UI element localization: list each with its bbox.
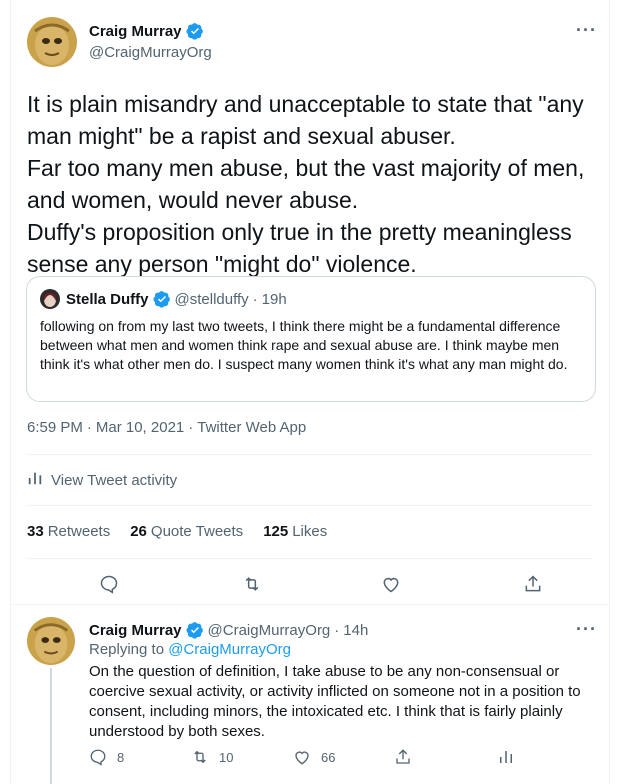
thread-line <box>50 668 52 784</box>
avatar-image <box>27 17 77 67</box>
tweet-actions <box>27 566 593 602</box>
reply-author-avatar[interactable] <box>27 617 75 665</box>
replying-to-link[interactable]: @CraigMurrayOrg <box>168 641 291 658</box>
activity-chart-icon <box>27 470 43 490</box>
reply-reply-button[interactable]: 8 <box>89 748 124 766</box>
reply-header: Craig Murray @CraigMurrayOrg · 14h <box>89 621 368 639</box>
reply-author-handle[interactable]: @CraigMurrayOrg <box>208 622 331 639</box>
share-icon[interactable] <box>515 566 551 602</box>
verified-badge-icon <box>152 290 171 308</box>
replying-to: Replying to @CraigMurrayOrg <box>89 641 291 658</box>
quoted-author-handle: @stellduffy <box>174 290 249 308</box>
activity-label: View Tweet activity <box>51 471 178 489</box>
reply-time[interactable]: 14h <box>343 622 368 639</box>
author-name-row: Craig Murray <box>89 22 204 40</box>
avatar-image <box>27 617 75 665</box>
tweet-date[interactable]: Mar 10, 2021 <box>96 419 184 436</box>
author-name[interactable]: Craig Murray <box>89 23 182 40</box>
reply-icon[interactable] <box>91 566 127 602</box>
divider <box>27 505 593 506</box>
author-handle[interactable]: @CraigMurrayOrg <box>89 44 212 61</box>
retweet-count: 10 <box>219 749 234 765</box>
retweet-icon[interactable] <box>234 566 270 602</box>
view-activity-link[interactable]: View Tweet activity <box>27 470 177 490</box>
tweet-time[interactable]: 6:59 PM <box>27 419 83 436</box>
retweets-count: 33 <box>27 523 44 540</box>
retweets-label: Retweets <box>47 523 111 540</box>
quotes-count: 26 <box>130 523 147 540</box>
timestamp-dot: · <box>188 419 194 436</box>
quoted-time: 19h <box>261 290 287 308</box>
like-icon[interactable] <box>373 566 409 602</box>
analytics-icon <box>500 751 512 763</box>
quoted-author-name: Stella Duffy <box>66 290 149 308</box>
reply-icon <box>90 749 106 766</box>
reply-more-options-icon[interactable]: ··· <box>576 619 597 640</box>
replying-prefix: Replying to <box>89 641 165 658</box>
tweet-separator <box>10 604 610 605</box>
reply-share-button[interactable] <box>394 748 412 766</box>
verified-badge-icon <box>185 621 204 639</box>
retweets-stat[interactable]: 33 Retweets <box>27 523 110 540</box>
reply-retweet-button[interactable]: 10 <box>191 748 233 766</box>
like-icon <box>295 751 309 765</box>
quoted-tweet[interactable]: Stella Duffy @stellduffy · 19h following… <box>26 276 596 402</box>
quotes-stat[interactable]: 26 Quote Tweets <box>130 523 243 540</box>
retweet-icon <box>194 750 206 764</box>
reply-author-name[interactable]: Craig Murray <box>89 622 182 639</box>
like-count: 66 <box>321 749 336 765</box>
likes-stat[interactable]: 125 Likes <box>263 523 327 540</box>
tweet-stats: 33 Retweets 26 Quote Tweets 125 Likes <box>27 523 327 540</box>
tweet-source[interactable]: Twitter Web App <box>197 419 306 436</box>
reply-count: 8 <box>117 749 125 765</box>
timestamp-dot: · <box>86 419 92 436</box>
reply-actions: 8 10 66 <box>89 748 519 770</box>
likes-count: 125 <box>263 523 289 540</box>
quoted-header: Stella Duffy @stellduffy · 19h <box>66 290 287 308</box>
reply-analytics-button[interactable] <box>497 748 515 766</box>
author-avatar[interactable] <box>27 17 77 67</box>
reply-separator: · <box>334 621 340 639</box>
verified-badge-icon <box>185 22 204 40</box>
quoted-author-avatar <box>40 289 60 309</box>
more-options-icon[interactable]: ··· <box>576 20 597 41</box>
divider <box>27 454 593 455</box>
quoted-text: following on from my last two tweets, I … <box>40 318 568 372</box>
likes-label: Likes <box>292 523 328 540</box>
tweet-text: It is plain misandry and unacceptable to… <box>27 91 585 277</box>
tweet-timestamp: 6:59 PM · Mar 10, 2021 · Twitter Web App <box>27 419 306 436</box>
divider <box>27 558 593 559</box>
quotes-label: Quote Tweets <box>150 523 244 540</box>
reply-like-button[interactable]: 66 <box>293 748 335 766</box>
quoted-separator: · <box>252 290 258 308</box>
share-icon <box>396 749 410 764</box>
reply-text: On the question of definition, I take ab… <box>89 663 581 740</box>
